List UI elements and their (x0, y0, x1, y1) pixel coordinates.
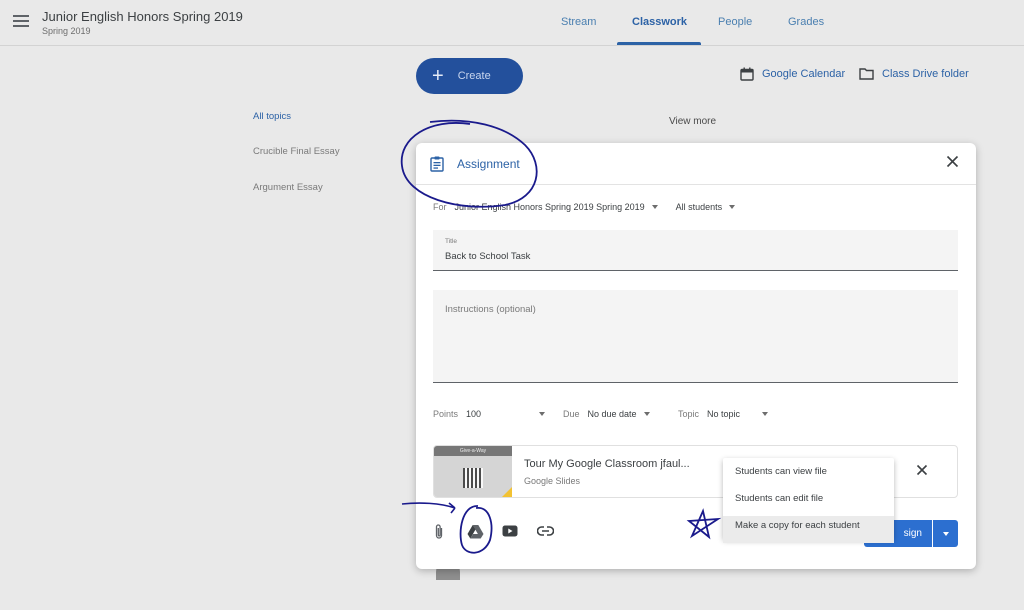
dialog-title: Assignment (457, 157, 520, 171)
chevron-down-icon (729, 205, 736, 209)
chevron-down-icon (651, 205, 658, 209)
top-app-bar: Junior English Honors Spring 2019 Spring… (0, 0, 1024, 46)
folder-icon (859, 68, 874, 80)
due-row: Due No due date (563, 409, 650, 419)
topic-row: Topic No topic (678, 409, 769, 419)
chevron-down-icon (643, 412, 650, 416)
for-row: For Junior English Honors Spring 2019 Sp… (433, 202, 736, 212)
hamburger-menu-icon[interactable] (13, 15, 29, 27)
class-select-value: Junior English Honors Spring 2019 Spring… (454, 202, 645, 212)
paperclip-icon[interactable] (433, 523, 445, 540)
menu-item-make-copy-each-student[interactable]: Make a copy for each student (723, 516, 894, 543)
slides-corner-mark (500, 487, 512, 497)
assignment-icon (430, 156, 444, 172)
tab-people[interactable]: People (718, 16, 752, 28)
students-select[interactable]: All students (676, 202, 736, 212)
qr-code-image (463, 468, 483, 488)
youtube-icon[interactable] (502, 525, 518, 537)
link-icon[interactable] (537, 526, 554, 536)
tab-stream[interactable]: Stream (561, 16, 596, 28)
attachment-title[interactable]: Tour My Google Classroom jfaul... (524, 458, 690, 470)
chevron-down-icon (762, 412, 769, 416)
dialog-header: Assignment (416, 143, 976, 185)
google-calendar-link[interactable]: Google Calendar (740, 67, 845, 81)
close-icon[interactable] (946, 155, 959, 168)
points-row: Points 100 (433, 409, 546, 419)
for-label: For (433, 202, 447, 212)
calendar-icon (740, 67, 754, 81)
due-select[interactable]: No due date (588, 409, 650, 419)
menu-item-students-can-edit[interactable]: Students can edit file (723, 489, 894, 516)
tab-classwork[interactable]: Classwork (632, 16, 687, 28)
thumbnail-caption: Give-a-Way (434, 446, 512, 456)
topic-label: Topic (678, 409, 700, 419)
title-field[interactable]: Title Back to School Task (433, 230, 958, 271)
topic-argument-essay[interactable]: Argument Essay (253, 182, 323, 193)
slides-thumbnail: Give-a-Way (434, 446, 512, 497)
title-field-value: Back to School Task (445, 251, 531, 262)
chevron-down-icon (942, 531, 949, 536)
class-select[interactable]: Junior English Honors Spring 2019 Spring… (455, 202, 658, 212)
menu-item-students-can-view[interactable]: Students can view file (723, 462, 894, 489)
attachment-type: Google Slides (524, 476, 581, 486)
google-calendar-label: Google Calendar (762, 68, 846, 80)
active-tab-indicator (617, 42, 701, 45)
view-more-link[interactable]: View more (669, 116, 716, 127)
due-label: Due (563, 409, 580, 419)
topic-value: No topic (707, 409, 741, 419)
file-sharing-menu: Students can view file Students can edit… (723, 458, 894, 543)
points-value: 100 (466, 409, 482, 419)
due-value: No due date (587, 409, 637, 419)
remove-attachment-icon[interactable] (916, 464, 928, 476)
students-select-value: All students (675, 202, 723, 212)
class-drive-folder-label: Class Drive folder (882, 67, 969, 80)
points-select[interactable]: 100 (466, 409, 546, 419)
class-drive-folder-link[interactable]: Class Drive folder (859, 67, 969, 80)
title-field-label: Title (445, 238, 458, 245)
create-button[interactable]: + Create (416, 58, 523, 94)
instructions-placeholder: Instructions (optional) (445, 304, 536, 315)
chevron-down-icon (539, 412, 546, 416)
instructions-field[interactable]: Instructions (optional) (433, 290, 958, 383)
points-label: Points (433, 409, 459, 419)
assign-options-button[interactable] (933, 520, 958, 547)
class-subtitle: Spring 2019 (42, 26, 91, 36)
topic-crucible-final-essay[interactable]: Crucible Final Essay (253, 146, 340, 157)
topic-select[interactable]: No topic (707, 409, 769, 419)
plus-icon: + (432, 65, 444, 87)
topic-all-topics[interactable]: All topics (253, 111, 291, 122)
tab-grades[interactable]: Grades (788, 16, 824, 28)
class-title[interactable]: Junior English Honors Spring 2019 (42, 9, 243, 24)
google-drive-icon[interactable] (467, 524, 484, 539)
create-button-label: Create (457, 70, 491, 82)
